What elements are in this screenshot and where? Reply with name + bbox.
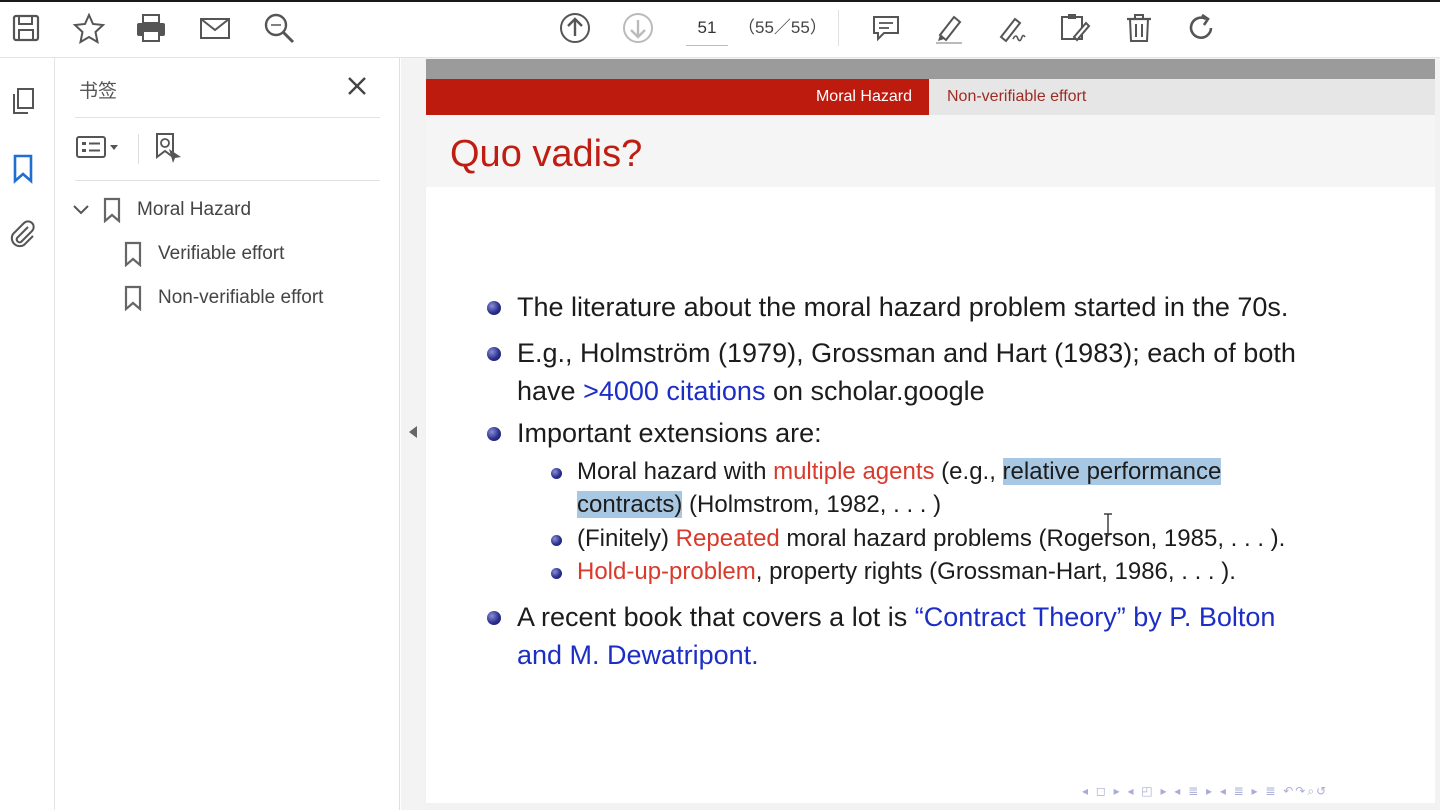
bookmark-label: Non-verifiable effort	[158, 287, 324, 308]
citations-link[interactable]: >4000 citations	[583, 376, 765, 406]
section-nav-inactive[interactable]: Non-verifiable effort	[947, 79, 1086, 115]
bookmark-options-button[interactable]	[75, 132, 125, 166]
comment-icon[interactable]	[866, 8, 906, 48]
delete-icon[interactable]	[1119, 8, 1159, 48]
toolbar: 51 （55／55）	[0, 0, 1440, 58]
save-icon[interactable]	[6, 8, 46, 48]
page-up-icon[interactable]	[555, 8, 595, 48]
highlighted-text[interactable]: relative performance	[1002, 458, 1222, 485]
sub-bullet-emphasis: multiple agents	[773, 458, 935, 485]
bullet-2-text: have	[517, 376, 584, 406]
bookmark-outline-icon	[101, 196, 123, 224]
bookmark-label: Moral Hazard	[137, 199, 252, 220]
bookmarks-panel: 书签 Moral Hazard Verifiable effort Non-ve…	[55, 58, 400, 810]
bookmark-icon[interactable]	[6, 151, 40, 185]
panel-title: 书签	[79, 81, 118, 102]
find-bookmark-icon[interactable]	[151, 130, 187, 166]
bullet-dot	[487, 611, 501, 625]
bookmark-outline-icon	[122, 240, 144, 268]
toolbar-divider	[838, 10, 839, 46]
page-number-input[interactable]: 51	[686, 12, 728, 46]
bullet-2-text: on scholar.google	[765, 376, 985, 406]
bullet-2-line-1: E.g., Holmström (1979), Grossman and Har…	[517, 338, 1296, 368]
beamer-navigation-symbols[interactable]: ◂ ◻ ▸ ◂ ◰ ▸ ◂ ≣ ▸ ◂ ≣ ▸ ≣ ↶↷⌕↺	[1082, 784, 1427, 802]
panel-divider	[75, 180, 380, 181]
bullet-4-text: A recent book that covers a lot is	[517, 602, 915, 632]
close-icon[interactable]	[343, 72, 371, 100]
bullet-3: Important extensions are:	[517, 418, 822, 448]
sign-icon[interactable]	[992, 8, 1032, 48]
bullet-4-line-1: A recent book that covers a lot is “Cont…	[517, 598, 1275, 636]
sub-bullet-emphasis: Hold-up-problem	[577, 558, 756, 585]
sub-bullet-text: (Finitely)	[577, 525, 676, 552]
sub-bullet-text: Moral hazard with	[577, 458, 774, 485]
chevron-down-icon[interactable]	[69, 198, 93, 222]
section-nav-inactive-label: Non-verifiable effort	[947, 88, 1087, 105]
pages-icon[interactable]	[6, 84, 40, 118]
sub-bullet-1-line-2: contracts) (Holmstrom, 1982, . . . )	[577, 488, 941, 521]
sub-bullet-1-line-1: Moral hazard with multiple agents (e.g.,…	[577, 455, 1222, 488]
mail-icon[interactable]	[195, 8, 235, 48]
sub-bullet-emphasis: Repeated	[675, 525, 780, 552]
sub-bullet-dot	[551, 468, 562, 479]
bullet-dot	[487, 427, 501, 441]
bullet-1: The literature about the moral hazard pr…	[517, 292, 1289, 322]
slide-title-bar: Quo vadis?	[426, 115, 1435, 187]
page-total: （55／55）	[738, 18, 827, 37]
sub-bullet-text: , property rights (Grossman-Hart, 1986, …	[755, 558, 1236, 585]
star-icon[interactable]	[69, 8, 109, 48]
side-rail	[0, 58, 55, 810]
book-link[interactable]: “Contract Theory” by P. Bolton	[915, 602, 1276, 632]
panel-collapse-handle[interactable]	[401, 58, 425, 810]
slide-page: Moral Hazard Non-verifiable effort Quo v…	[426, 59, 1435, 803]
document-view: Moral Hazard Non-verifiable effort Quo v…	[425, 58, 1440, 810]
sub-bullet-dot	[551, 535, 562, 546]
sub-bullet-3: Hold-up-problem, property rights (Grossm…	[577, 555, 1236, 588]
panel-toolbar-divider	[138, 134, 139, 164]
triangle-left-icon	[408, 425, 418, 444]
book-link[interactable]: and M. Dewatripont.	[517, 640, 759, 670]
sub-bullet-text: (Holmstrom, 1982, . . . )	[682, 491, 942, 518]
slide-top-bar	[426, 59, 1435, 79]
bullet-dot	[487, 301, 501, 315]
bullet-2-line-2: have >4000 citations on scholar.google	[517, 372, 985, 410]
bookmark-label: Verifiable effort	[158, 243, 285, 264]
highlight-icon[interactable]	[929, 8, 969, 48]
page-down-icon[interactable]	[618, 8, 658, 48]
attachment-icon[interactable]	[6, 217, 40, 251]
slide-title: Quo vadis?	[450, 133, 643, 175]
bookmark-outline-icon	[122, 284, 144, 312]
panel-divider	[75, 117, 380, 118]
list-options-icon	[75, 132, 119, 167]
highlighted-text[interactable]: contracts)	[577, 491, 683, 518]
section-nav-active-label: Moral Hazard	[815, 88, 912, 105]
search-icon[interactable]	[259, 8, 299, 48]
bookmark-item-moral-hazard[interactable]: Moral Hazard	[69, 193, 251, 227]
bullet-dot	[487, 347, 501, 361]
print-icon[interactable]	[131, 8, 171, 48]
section-nav-active[interactable]: Moral Hazard	[426, 79, 929, 115]
text-cursor-icon	[1103, 512, 1113, 536]
sub-bullet-2: (Finitely) Repeated moral hazard problem…	[577, 522, 1285, 555]
bullet-4-line-2: and M. Dewatripont.	[517, 636, 759, 674]
sub-bullet-text: moral hazard problems (Rogerson, 1985, .…	[779, 525, 1286, 552]
bookmark-item-verifiable-effort[interactable]: Verifiable effort	[122, 237, 284, 271]
edit-pdf-icon[interactable]	[1055, 8, 1095, 48]
pdf-viewer: 51 （55／55） 书签 Moral Hazard Verifiable ef…	[0, 0, 1440, 810]
rotate-icon[interactable]	[1181, 8, 1221, 48]
slide-section-nav: Moral Hazard Non-verifiable effort	[426, 79, 1435, 115]
sub-bullet-dot	[551, 568, 562, 579]
sub-bullet-text: (e.g.,	[934, 458, 1003, 485]
bookmark-item-non-verifiable-effort[interactable]: Non-verifiable effort	[122, 281, 323, 315]
